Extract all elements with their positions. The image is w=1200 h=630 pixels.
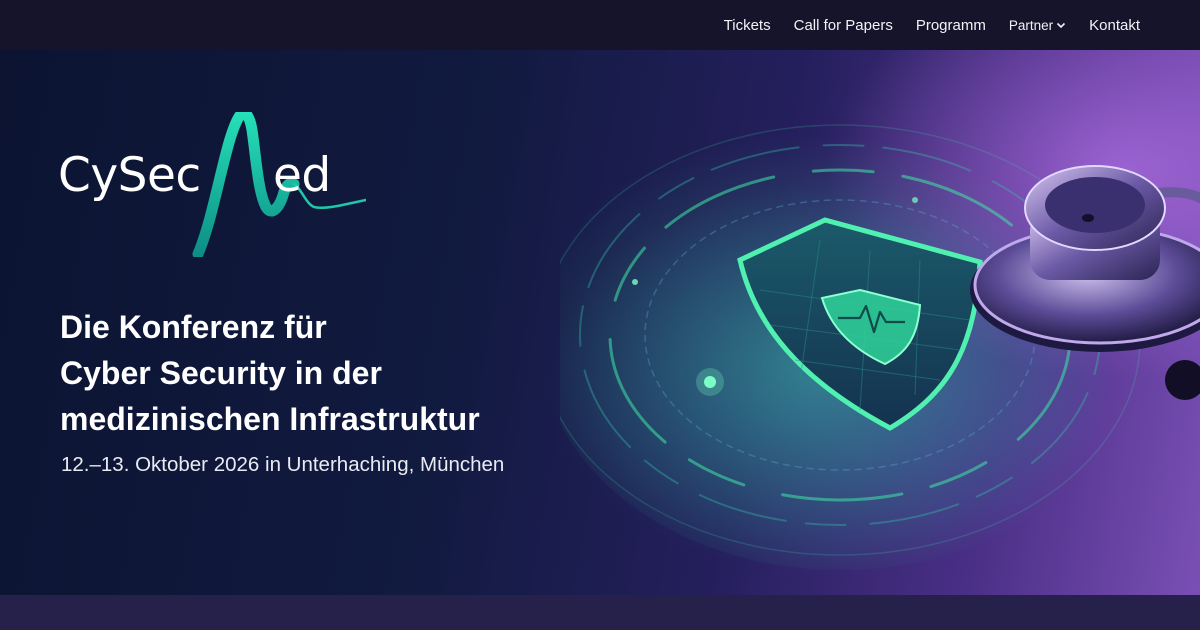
headline-line-3: medizinischen Infrastruktur bbox=[60, 401, 480, 437]
nav-kontakt[interactable]: Kontakt bbox=[1089, 17, 1140, 34]
headline-line-2: Cyber Security in der bbox=[60, 355, 382, 391]
event-date-location: 12.–13. Oktober 2026 in Unterhaching, Mü… bbox=[61, 453, 505, 476]
nav-partner-label: Partner bbox=[1008, 17, 1054, 33]
chevron-down-icon bbox=[1057, 22, 1066, 29]
nav-call-for-papers[interactable]: Call for Papers bbox=[794, 17, 893, 34]
hero-headline: Die Konferenz für Cyber Security in der … bbox=[60, 304, 620, 442]
cysecmed-logo[interactable]: CySec ed bbox=[58, 112, 378, 257]
footer-band bbox=[0, 595, 1200, 630]
nav-tickets[interactable]: Tickets bbox=[724, 17, 771, 34]
nav-programm[interactable]: Programm bbox=[916, 17, 986, 34]
logo-text-ed: ed bbox=[273, 148, 331, 203]
logo-text-cysec: CySec bbox=[58, 148, 201, 203]
top-navigation: Tickets Call for Papers Programm Partner… bbox=[0, 0, 1200, 50]
headline-line-1: Die Konferenz für bbox=[60, 309, 327, 345]
shield-stethoscope-icon bbox=[560, 110, 1200, 570]
hero-banner: CySec ed Die Konferenz für Cyber Securit… bbox=[0, 50, 1200, 595]
nav-partner[interactable]: Partner bbox=[1009, 18, 1066, 33]
